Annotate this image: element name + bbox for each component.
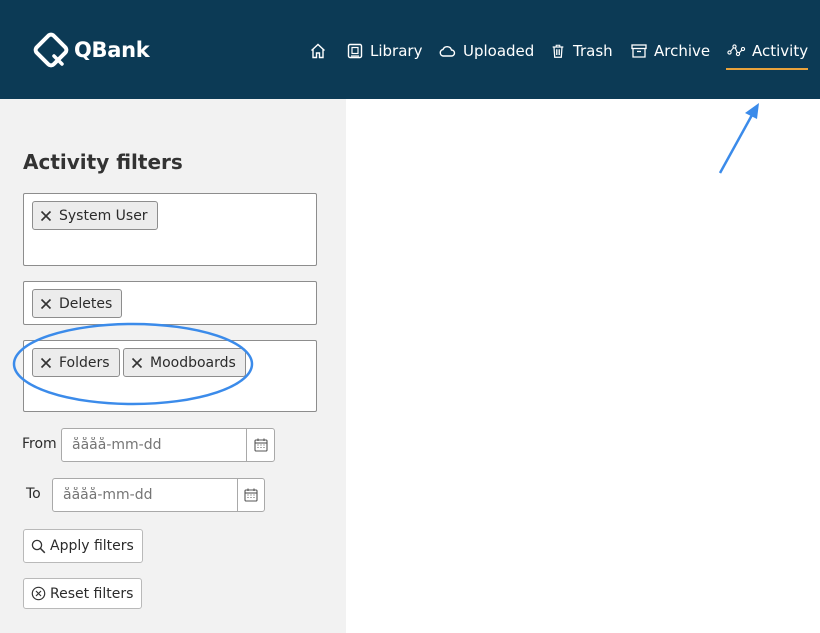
reset-filters-button[interactable]: Reset filters (23, 578, 143, 609)
top-navigation-bar: QBank Library Uploaded Trash Archive Act… (0, 0, 820, 99)
app-name: QBank (74, 38, 150, 62)
from-date-input[interactable] (62, 429, 246, 461)
trash-icon (552, 44, 564, 58)
nav-trash-label: Trash (573, 42, 613, 60)
nav-uploaded-label: Uploaded (463, 42, 535, 60)
activity-icon (727, 44, 746, 57)
remove-icon[interactable] (40, 210, 52, 222)
remove-icon[interactable] (40, 357, 52, 369)
filter-tag-label: System User (59, 207, 148, 224)
to-date-field (52, 478, 265, 512)
filter-tag-moodboards[interactable]: Moodboards (123, 348, 246, 377)
panel-divider (334, 99, 346, 633)
cloud-icon (439, 46, 456, 57)
filter-tag-label: Deletes (59, 295, 113, 312)
filter-tag-folders[interactable]: Folders (32, 348, 120, 377)
nav-library[interactable]: Library (346, 38, 422, 64)
user-filter-box[interactable]: System User (23, 193, 317, 266)
nav-activity-label: Activity (752, 42, 809, 60)
activity-content-area (346, 99, 820, 633)
nav-library-label: Library (370, 42, 423, 60)
calendar-icon (253, 438, 268, 452)
to-label: To (26, 486, 41, 502)
home-icon (311, 43, 325, 59)
nav-trash[interactable]: Trash (550, 38, 613, 64)
nav-archive[interactable]: Archive (630, 38, 710, 64)
from-label: From (22, 436, 57, 452)
calendar-icon (244, 488, 258, 502)
qbank-logo[interactable]: QBank (32, 31, 150, 69)
archive-icon (631, 44, 647, 58)
to-date-input[interactable] (53, 479, 237, 511)
remove-icon[interactable] (131, 357, 143, 369)
from-calendar-button[interactable] (246, 429, 274, 461)
filter-tag-deletes[interactable]: Deletes (32, 289, 123, 318)
action-filter-box[interactable]: Deletes (23, 281, 317, 325)
search-icon (31, 539, 46, 553)
to-calendar-button[interactable] (237, 479, 264, 511)
nav-activity[interactable]: Activity (726, 38, 809, 70)
library-icon (347, 43, 363, 59)
apply-filters-label: Apply filters (50, 538, 134, 554)
nav-home[interactable] (309, 38, 333, 64)
from-date-field (61, 428, 275, 462)
clear-circle-icon (31, 586, 46, 601)
type-filter-box[interactable]: Folders Moodboards (23, 340, 317, 412)
filters-title: Activity filters (23, 150, 183, 174)
filter-tag-label: Folders (59, 354, 110, 371)
apply-filters-button[interactable]: Apply filters (23, 529, 143, 563)
nav-uploaded[interactable]: Uploaded (437, 38, 534, 64)
remove-icon[interactable] (40, 298, 52, 310)
filter-tag-system-user[interactable]: System User (32, 201, 158, 230)
qbank-logo-icon (33, 32, 69, 68)
filter-tag-label: Moodboards (150, 354, 236, 371)
reset-filters-label: Reset filters (50, 585, 134, 602)
nav-archive-label: Archive (654, 42, 711, 60)
